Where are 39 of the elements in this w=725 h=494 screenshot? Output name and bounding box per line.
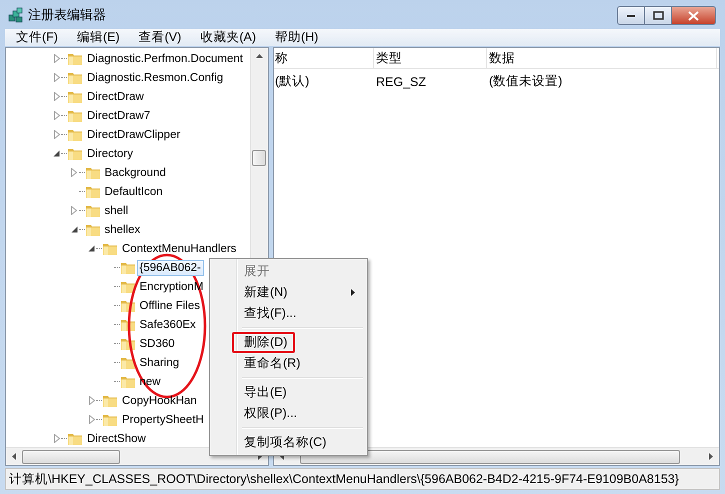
tree-item[interactable]: Diagnostic.Perfmon.Document — [84, 50, 246, 66]
context-menu-item[interactable]: 复制项名称(C) — [212, 432, 365, 453]
context-menu-item[interactable]: 导出(E) — [212, 382, 365, 403]
table-cell-text: REG_SZ — [375, 74, 428, 88]
context-menu-item[interactable]: 重命名(R) — [212, 353, 365, 374]
context-menu-item[interactable]: 查找(F)... — [212, 303, 365, 324]
column-header[interactable]: 称 — [274, 48, 374, 68]
tree-item[interactable]: PropertySheetH — [119, 412, 207, 428]
tree-item[interactable]: Directory — [84, 146, 136, 162]
tree-item[interactable]: DirectDraw7 — [84, 108, 154, 124]
tree-item[interactable]: DirectShow — [84, 430, 149, 446]
status-path: 计算机\HKEY_CLASSES_ROOT\Directory\shellex\ContextMenuHandlers\{596AB062-B4D2-4215-9F74-E9109B0A8153} — [9, 470, 679, 488]
tree-item[interactable]: Diagnostic.Resmon.Config — [84, 70, 226, 86]
tree-item[interactable]: DirectDraw — [84, 88, 147, 104]
context-menu-item[interactable]: 新建(N) — [212, 282, 365, 303]
menu-item[interactable]: 编辑(E) — [72, 28, 127, 46]
tree-item[interactable]: CopyHookHan — [119, 392, 200, 408]
tree-item[interactable]: DirectDrawClipper — [84, 126, 184, 142]
tree-item[interactable]: shellex — [102, 222, 144, 238]
tree-item[interactable]: Sharing — [136, 354, 182, 370]
menu-item[interactable]: 文件(F) — [11, 28, 65, 46]
column-header[interactable]: 类型 — [374, 48, 487, 68]
tree-item[interactable]: SD360 — [136, 336, 178, 352]
tree-item[interactable]: Offline Files — [136, 298, 204, 314]
table-cell-text: (数值未设置) — [488, 73, 564, 90]
tree-item[interactable]: ContextMenuHandlers — [119, 240, 240, 256]
tree-item[interactable]: shell — [102, 202, 132, 218]
tree-item[interactable]: Safe360Ex — [136, 316, 199, 332]
window-title: 注册表编辑器 — [28, 6, 106, 24]
tree-item[interactable]: Background — [102, 164, 169, 180]
context-menu-item[interactable]: 删除(D) — [212, 332, 365, 353]
tree-item[interactable]: DefaultIcon — [102, 184, 166, 200]
menu-item[interactable]: 查看(V) — [134, 28, 188, 46]
menu-item[interactable]: 收藏夹(A) — [195, 28, 263, 46]
tree-item[interactable]: {596AB062- — [136, 260, 204, 276]
menu-item[interactable]: 帮助(H) — [270, 28, 326, 46]
column-header[interactable]: 数据 — [487, 48, 717, 68]
context-menu-item[interactable]: 权限(P)... — [212, 403, 365, 424]
table-cell-text: (默认) — [274, 73, 310, 90]
